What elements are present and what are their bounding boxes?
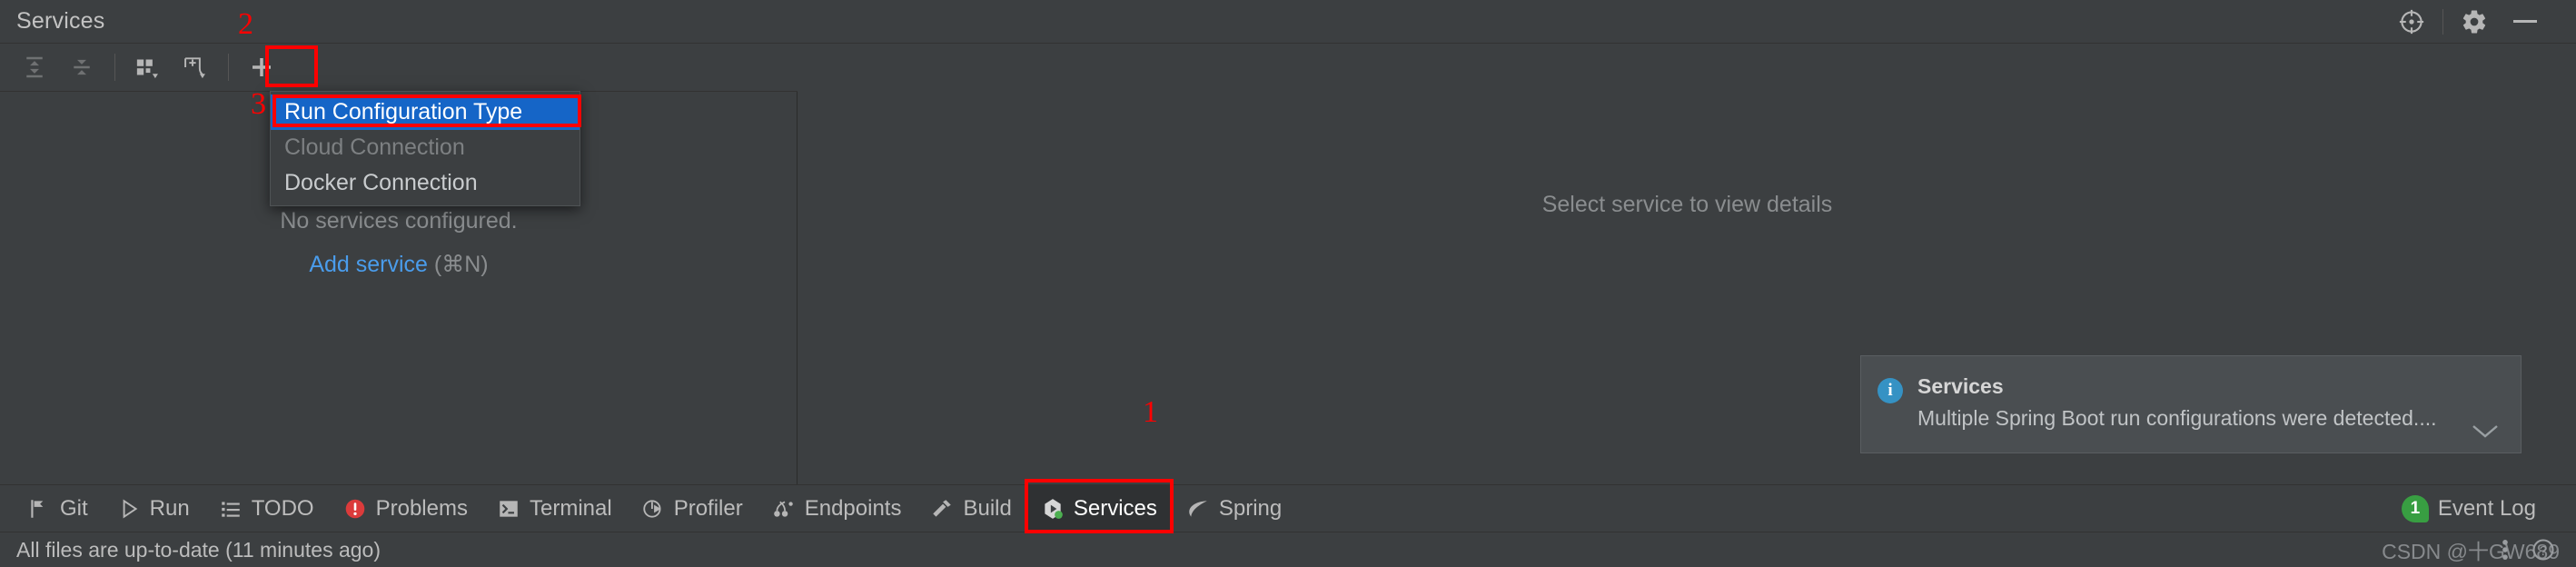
info-icon-glyph: i (1878, 378, 1903, 403)
tool-window-label: Profiler (673, 495, 743, 521)
expand-all-button[interactable] (11, 44, 58, 92)
status-bar-icons[interactable] (2492, 537, 2518, 562)
svg-text:?: ? (2540, 543, 2547, 559)
menu-item-cloud-connection[interactable]: Cloud Connection (271, 130, 580, 165)
header-divider (2442, 8, 2443, 35)
error-icon (343, 497, 367, 521)
empty-state: No services configured. Add service (⌘N) (0, 208, 798, 278)
tool-window-header: Services (0, 0, 2576, 44)
add-service-shortcut: (⌘N) (433, 252, 489, 277)
tool-window-button-problems[interactable]: Problems (329, 485, 482, 532)
tool-window-label: Run (149, 495, 190, 521)
tool-window-label: Services (1073, 495, 1157, 521)
tool-window-label: Event Log (2437, 495, 2536, 521)
tool-window-button-services[interactable]: Services (1025, 484, 1172, 532)
tool-window-label: Git (60, 495, 88, 521)
tool-window-button-run[interactable]: Run (103, 485, 204, 532)
page-title: Services (16, 8, 105, 34)
tool-window-bar: Git Run TODO Problems Terminal Profiler … (0, 484, 2576, 532)
tool-window-label: Build (963, 495, 1012, 521)
info-icon: i (1878, 378, 1905, 405)
add-service-button[interactable] (238, 44, 285, 92)
status-message: All files are up-to-date (11 minutes ago… (16, 537, 381, 562)
help-icon[interactable]: ? (2531, 537, 2556, 562)
tool-window-button-profiler[interactable]: Profiler (627, 485, 758, 532)
tool-window-label: Terminal (529, 495, 612, 521)
collapse-all-button[interactable] (58, 44, 105, 92)
endpoints-icon (772, 497, 796, 521)
tool-window-button-build[interactable]: Build (916, 485, 1025, 532)
toolbar-divider-2 (228, 54, 229, 81)
window-controls (2386, 0, 2576, 44)
list-icon (219, 497, 243, 521)
git-branch-icon (27, 497, 51, 521)
chevron-down-icon[interactable] (2470, 422, 2501, 440)
tool-window-button-todo[interactable]: TODO (204, 485, 329, 532)
details-placeholder-text: Select service to view details (1541, 192, 1833, 217)
empty-state-message: No services configured. (280, 208, 518, 234)
minimize-dash (2513, 20, 2537, 23)
services-tool-window: Services No services configured. Add ser… (0, 0, 2576, 567)
services-icon (1041, 497, 1065, 521)
add-service-link[interactable]: Add service (309, 252, 428, 277)
event-log-badge: 1 (2401, 494, 2429, 522)
tool-window-label: TODO (251, 495, 314, 521)
notification-balloon[interactable]: i Services Multiple Spring Boot run conf… (1860, 355, 2522, 453)
add-tab-button[interactable] (172, 44, 219, 92)
toolbar-divider-1 (114, 54, 115, 81)
tool-window-label: Problems (375, 495, 468, 521)
locate-icon[interactable] (2386, 0, 2437, 44)
play-icon (117, 497, 141, 521)
minimize-icon[interactable] (2500, 0, 2551, 44)
menu-item-docker-connection[interactable]: Docker Connection (271, 165, 580, 201)
services-toolbar (0, 44, 798, 92)
tool-window-label: Spring (1218, 495, 1283, 521)
notification-title: Services (1917, 374, 2004, 398)
tool-window-bar-right: 1 Event Log (2387, 485, 2576, 532)
profiler-icon (641, 497, 665, 521)
tool-window-button-git[interactable]: Git (13, 485, 103, 532)
empty-state-action: Add service (⌘N) (0, 251, 798, 278)
tool-window-button-endpoints[interactable]: Endpoints (758, 485, 916, 532)
menu-item-run-configuration-type[interactable]: Run Configuration Type (271, 94, 580, 130)
status-bar: All files are up-to-date (11 minutes ago… (0, 532, 2576, 567)
tool-window-label: Endpoints (804, 495, 902, 521)
event-log-button[interactable]: 1 Event Log (2387, 485, 2551, 532)
spring-leaf-icon (1186, 497, 1210, 521)
terminal-icon (497, 497, 520, 521)
gear-icon[interactable] (2449, 0, 2500, 44)
tool-window-button-terminal[interactable]: Terminal (482, 485, 627, 532)
hammer-icon (930, 497, 954, 521)
status-bar-right: ? CSDN @十GW689 (2382, 537, 2576, 563)
add-service-popup-menu[interactable]: Run Configuration Type Cloud Connection … (270, 91, 580, 206)
notification-message: Multiple Spring Boot run configurations … (1917, 406, 2437, 430)
tool-window-button-spring[interactable]: Spring (1172, 485, 1296, 532)
notification-body: Services Multiple Spring Boot run config… (1917, 356, 2521, 453)
group-by-button[interactable] (124, 44, 172, 92)
